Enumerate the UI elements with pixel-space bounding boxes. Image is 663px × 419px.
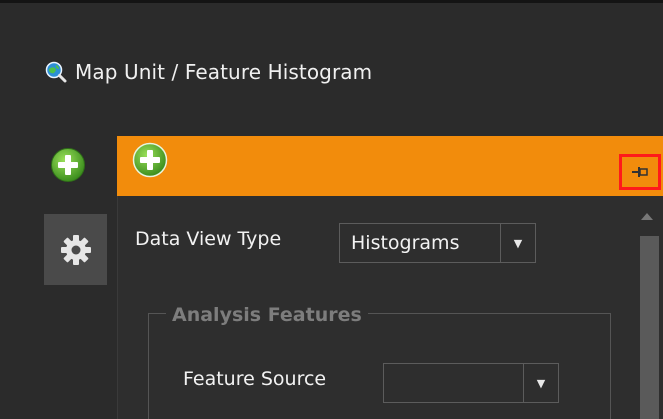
chevron-down-icon[interactable]: ▼ bbox=[500, 224, 535, 262]
rail-add-button[interactable] bbox=[50, 147, 86, 183]
magnifier-globe-icon bbox=[45, 61, 67, 83]
pin-button[interactable] bbox=[619, 154, 661, 190]
window-title: Map Unit / Feature Histogram bbox=[75, 60, 373, 84]
feature-source-value bbox=[384, 364, 523, 402]
tool-window: Map Unit / Feature Histogram Data View T… bbox=[0, 0, 663, 419]
scrollbar-thumb[interactable] bbox=[640, 236, 659, 419]
pin-icon bbox=[632, 167, 648, 177]
data-view-type-dropdown[interactable]: Histograms ▼ bbox=[339, 223, 536, 263]
scroll-up-arrow-icon[interactable] bbox=[641, 213, 653, 220]
data-view-type-value: Histograms bbox=[351, 232, 460, 254]
chevron-down-icon[interactable]: ▼ bbox=[523, 364, 558, 402]
data-view-type-label: Data View Type bbox=[135, 228, 282, 250]
window-top-border bbox=[0, 0, 663, 3]
panel-add-button[interactable] bbox=[132, 142, 168, 178]
settings-button[interactable] bbox=[44, 214, 107, 285]
gear-icon bbox=[60, 234, 91, 265]
analysis-features-title: Analysis Features bbox=[166, 304, 368, 326]
panel-header-bar bbox=[117, 136, 663, 196]
feature-source-label: Feature Source bbox=[183, 368, 327, 390]
window-title-bar: Map Unit / Feature Histogram bbox=[45, 52, 372, 92]
feature-source-dropdown[interactable]: ▼ bbox=[383, 363, 559, 403]
